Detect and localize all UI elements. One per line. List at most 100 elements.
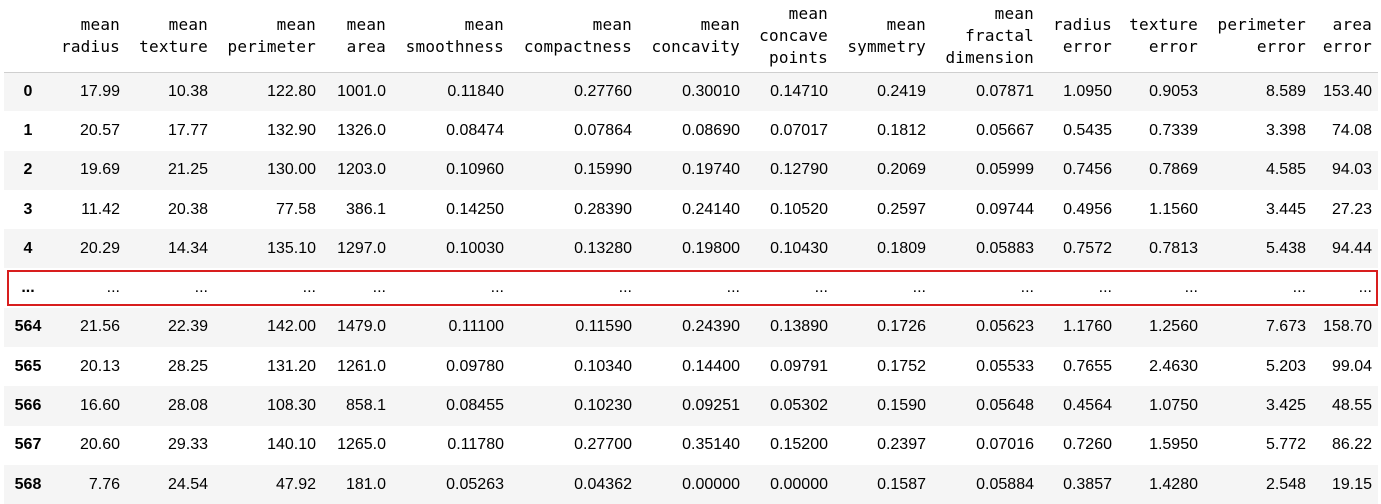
table-cell: 140.10 <box>267 436 316 454</box>
table-cell: 158.70 <box>1323 318 1372 336</box>
table-cell: 0.1812 <box>877 121 926 139</box>
table-cell: 0.07871 <box>976 82 1034 100</box>
table-cell: 0.7869 <box>1149 161 1198 179</box>
table-cell: 0.13890 <box>770 318 828 336</box>
table-cell: 1203.0 <box>337 161 386 179</box>
table-cell: 135.10 <box>267 239 316 257</box>
table-cell: 94.03 <box>1331 161 1372 179</box>
table-cell: 0.05533 <box>976 357 1034 375</box>
table-cell: 1297.0 <box>337 239 386 257</box>
table-cell: 0.09251 <box>682 397 740 415</box>
table-cell: 1261.0 <box>337 357 386 375</box>
table-body: 0 17.99 10.38 122.80 1001.0 0.11840 0.27760 0.3… <box>4 72 1378 504</box>
table-cell: 48.55 <box>1331 397 1372 415</box>
column-header: mean compactness <box>510 0 638 73</box>
table-cell: 0.08690 <box>682 121 740 139</box>
table-cell: 386.1 <box>345 200 386 218</box>
table-cell: 3.445 <box>1265 200 1306 218</box>
table-cell: 0.05999 <box>976 161 1034 179</box>
table-cell: 86.22 <box>1331 436 1372 454</box>
table-row: 568 7.76 24.54 47.92 181.0 0.05263 0.04362 0.00… <box>4 464 1378 504</box>
table-cell: 0.11590 <box>575 318 632 336</box>
table-cell: 21.56 <box>79 318 120 336</box>
table-row: 565 20.13 28.25 131.20 1261.0 0.09780 0.10340 0… <box>4 347 1378 387</box>
table-cell: 142.00 <box>267 318 316 336</box>
row-index: 567 <box>14 436 42 454</box>
table-cell: 27.23 <box>1331 200 1372 218</box>
table-cell: ... <box>490 279 504 297</box>
table-cell: 2.548 <box>1265 475 1306 493</box>
table-cell: 1.1760 <box>1063 318 1112 336</box>
row-index: 4 <box>23 239 33 257</box>
table-cell: 132.90 <box>267 121 316 139</box>
table-cell: 5.438 <box>1265 239 1306 257</box>
table-cell: ... <box>194 279 208 297</box>
table-cell: 7.76 <box>88 475 120 493</box>
table-cell: 1479.0 <box>337 318 386 336</box>
table-cell: 0.00000 <box>682 475 740 493</box>
table-cell: 14.34 <box>167 239 208 257</box>
table-cell: 0.27700 <box>574 436 632 454</box>
table-cell: 0.28390 <box>574 200 632 218</box>
column-header: texture error <box>1118 0 1204 73</box>
table-cell: 20.13 <box>79 357 120 375</box>
table-cell: 20.57 <box>79 121 120 139</box>
header-row: mean radius mean texture mean perimeter mea… <box>4 0 1378 73</box>
table-cell: 0.10340 <box>574 357 632 375</box>
table-cell: 0.07016 <box>976 436 1034 454</box>
table-cell: ... <box>1184 279 1198 297</box>
row-index: 565 <box>14 357 42 375</box>
column-header: mean area <box>322 0 392 73</box>
table-cell: ... <box>302 279 316 297</box>
table-cell: 1.0750 <box>1149 397 1198 415</box>
table-cell: 28.08 <box>167 397 208 415</box>
table-cell: 77.58 <box>275 200 316 218</box>
table-cell: 1265.0 <box>337 436 386 454</box>
table-cell: 0.13280 <box>574 239 632 257</box>
column-header: mean radius <box>52 0 126 73</box>
row-index: 568 <box>14 475 42 493</box>
table-cell: 0.2069 <box>877 161 926 179</box>
table-cell: ... <box>1358 279 1372 297</box>
column-header: radius error <box>1040 0 1118 73</box>
table-cell: 0.07017 <box>770 121 828 139</box>
table-cell: 0.1752 <box>877 357 926 375</box>
table-cell: 3.425 <box>1265 397 1306 415</box>
table-cell: 0.7339 <box>1149 121 1198 139</box>
table-cell: 0.00000 <box>770 475 828 493</box>
table-cell: 0.09780 <box>446 357 504 375</box>
table-cell: 0.2597 <box>877 200 926 218</box>
table-cell: 0.7813 <box>1149 239 1198 257</box>
column-header: mean fractal dimension <box>932 0 1040 73</box>
column-header: mean texture <box>126 0 214 73</box>
table-cell: 0.15200 <box>770 436 828 454</box>
table-row: 566 16.60 28.08 108.30 858.1 0.08455 0.10230 0.… <box>4 386 1378 426</box>
table-cell: 4.585 <box>1265 161 1306 179</box>
table-cell: 3.398 <box>1265 121 1306 139</box>
table-row: 567 20.60 29.33 140.10 1265.0 0.11780 0.27700 0… <box>4 425 1378 465</box>
table-cell: 0.09744 <box>976 200 1034 218</box>
table-cell: 74.08 <box>1331 121 1372 139</box>
table-row: 2 19.69 21.25 130.00 1203.0 0.10960 0.15990 0.1… <box>4 150 1378 190</box>
table-cell: 1001.0 <box>337 82 386 100</box>
table-cell: 0.05263 <box>446 475 504 493</box>
table-cell: 99.04 <box>1331 357 1372 375</box>
table-cell: 0.2397 <box>877 436 926 454</box>
table-cell: 0.4956 <box>1063 200 1112 218</box>
table-cell: 29.33 <box>167 436 208 454</box>
table-cell: 122.80 <box>267 82 316 100</box>
table-cell: ... <box>1292 279 1306 297</box>
row-index: 564 <box>14 318 42 336</box>
table-cell: 28.25 <box>167 357 208 375</box>
table-cell: 0.30010 <box>682 82 740 100</box>
table-cell: 94.44 <box>1331 239 1372 257</box>
table-cell: 181.0 <box>345 475 386 493</box>
table-cell: 1.2560 <box>1149 318 1198 336</box>
table-row: 1 20.57 17.77 132.90 1326.0 0.08474 0.07864 0.0… <box>4 111 1378 151</box>
table-cell: 0.24390 <box>682 318 740 336</box>
table-cell: 20.29 <box>79 239 120 257</box>
table-cell: 0.05302 <box>770 397 828 415</box>
row-index: 0 <box>23 82 33 100</box>
table-row: 3 11.42 20.38 77.58 386.1 0.14250 0.28390 0.241… <box>4 189 1378 230</box>
table-cell: 1.1560 <box>1149 200 1198 218</box>
